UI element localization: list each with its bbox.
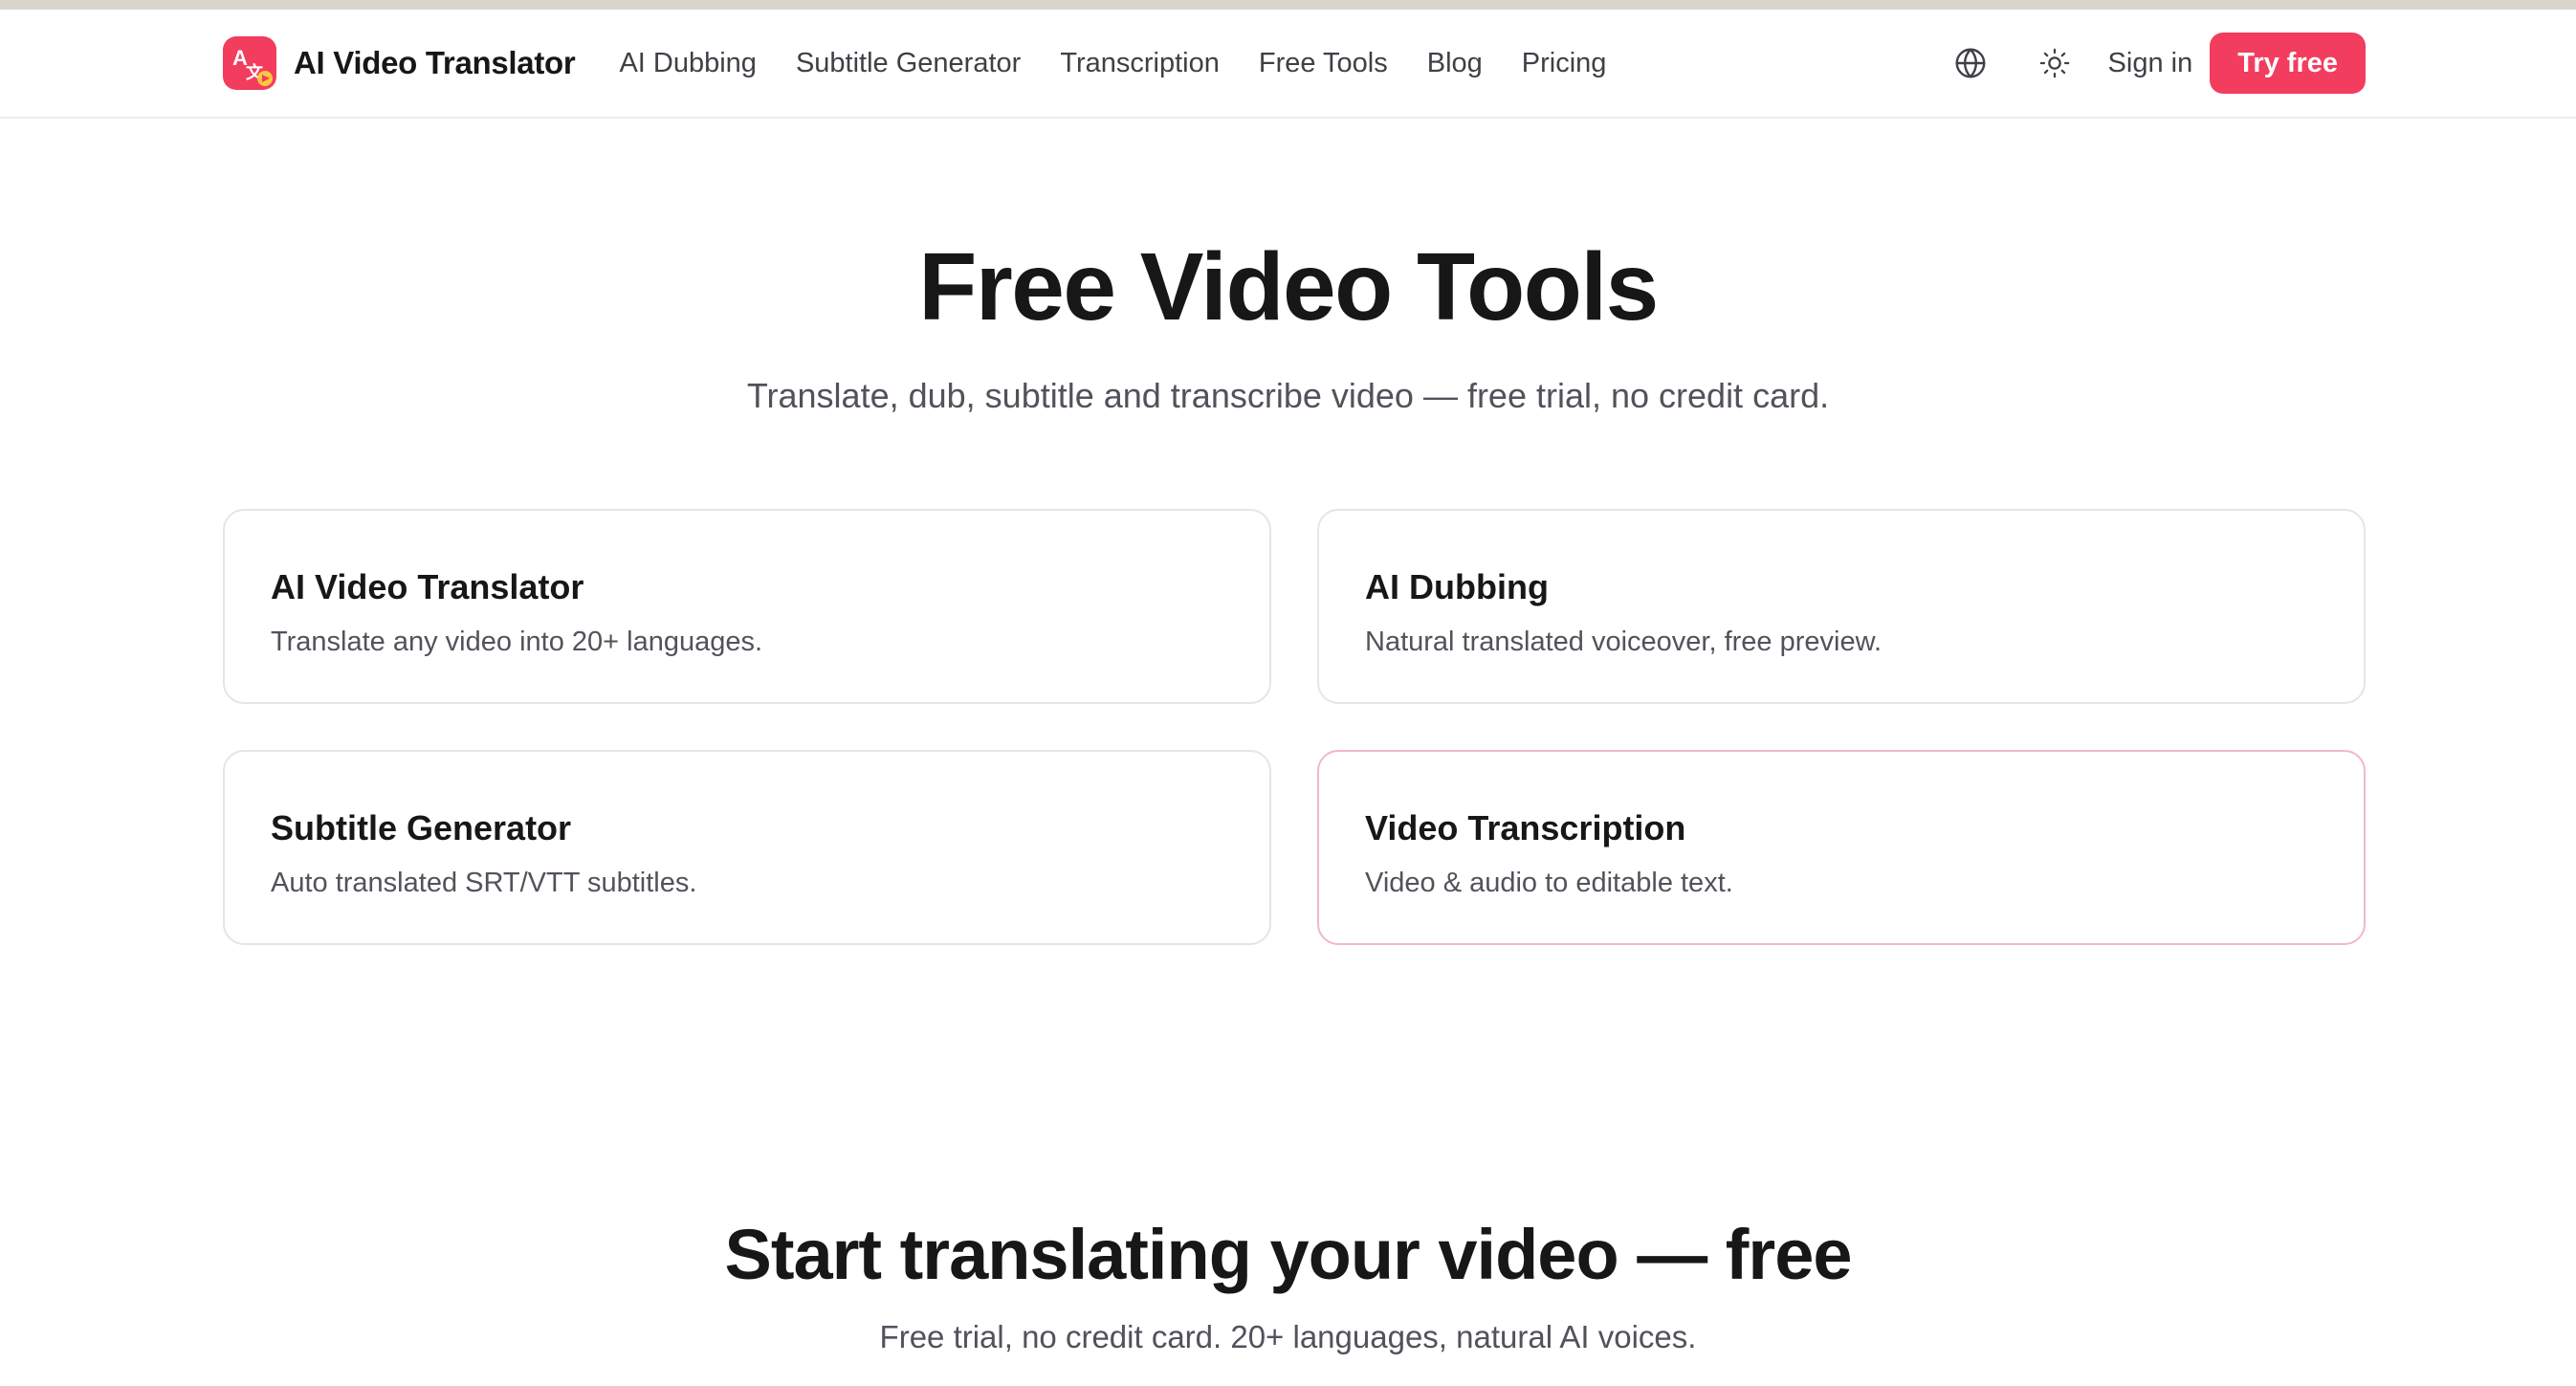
cta-subtitle: Free trial, no credit card. 20+ language… xyxy=(879,1319,1697,1354)
tool-card-title: Subtitle Generator xyxy=(271,808,572,847)
tool-card-video-transcription[interactable]: Video Transcription Video & audio to edi… xyxy=(1317,750,2366,945)
tool-card-ai-video-translator[interactable]: AI Video Translator Translate any video … xyxy=(223,509,1271,704)
tool-card-description: Auto translated SRT/VTT subtitles. xyxy=(271,868,697,898)
language-switcher-button[interactable] xyxy=(1944,36,1997,90)
tool-card-subtitle-generator[interactable]: Subtitle Generator Auto translated SRT/V… xyxy=(223,750,1271,945)
navbar-actions: Sign in Try free xyxy=(1944,33,2366,94)
sign-in-link[interactable]: Sign in xyxy=(2108,48,2193,79)
hero-section: Free Video Tools Translate, dub, subtitl… xyxy=(0,222,2576,419)
theme-toggle-button[interactable] xyxy=(2028,36,2081,90)
tool-card-description: Natural translated voiceover, free previ… xyxy=(1365,627,1882,657)
tool-card-title: Video Transcription xyxy=(1365,808,1686,847)
brand-name: AI Video Translator xyxy=(294,45,576,80)
tool-card-description: Video & audio to editable text. xyxy=(1365,868,1733,898)
sun-icon xyxy=(2039,48,2069,78)
tools-grid: AI Video Translator Translate any video … xyxy=(223,509,2366,945)
tool-card-title: AI Dubbing xyxy=(1365,567,1549,606)
cta-section: Start translating your video — free Free… xyxy=(0,1207,2576,1358)
tool-card-ai-dubbing[interactable]: AI Dubbing Natural translated voiceover,… xyxy=(1317,509,2366,704)
nav-link-subtitle-generator[interactable]: Subtitle Generator xyxy=(796,48,1021,79)
nav-link-ai-dubbing[interactable]: AI Dubbing xyxy=(619,48,757,79)
try-free-button[interactable]: Try free xyxy=(2210,33,2366,94)
nav-link-free-tools[interactable]: Free Tools xyxy=(1259,48,1388,79)
top-navbar: A 文 AI Video Translator AI Dubbing Subti… xyxy=(0,10,2576,119)
nav-link-blog[interactable]: Blog xyxy=(1427,48,1483,79)
primary-nav: AI Dubbing Subtitle Generator Transcript… xyxy=(619,48,1645,79)
nav-link-transcription[interactable]: Transcription xyxy=(1060,48,1220,79)
page-title: Free Video Tools xyxy=(918,233,1659,341)
nav-link-pricing[interactable]: Pricing xyxy=(1522,48,1607,79)
brand-logo-link[interactable]: A 文 AI Video Translator xyxy=(223,36,576,90)
translate-logo-icon: A 文 xyxy=(223,36,276,90)
page-subtitle: Translate, dub, subtitle and transcribe … xyxy=(746,376,1830,415)
navbar-inner: A 文 AI Video Translator AI Dubbing Subti… xyxy=(223,10,2366,117)
tool-card-title: AI Video Translator xyxy=(271,567,584,606)
tool-card-description: Translate any video into 20+ languages. xyxy=(271,627,763,657)
cta-title: Start translating your video — free xyxy=(724,1215,1852,1294)
globe-icon xyxy=(1955,48,1985,78)
